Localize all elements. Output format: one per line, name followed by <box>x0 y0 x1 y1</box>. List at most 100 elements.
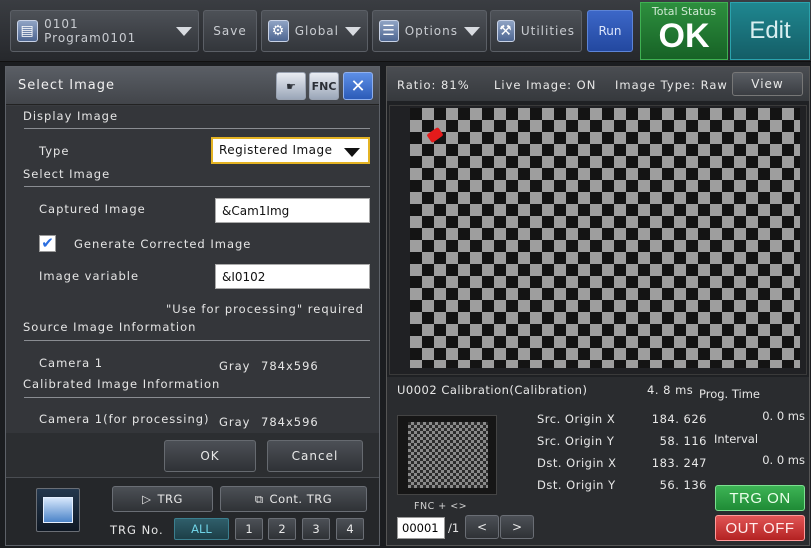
result-thumbnail[interactable] <box>397 415 497 495</box>
view-button[interactable]: View <box>732 72 803 96</box>
top-toolbar: ▤ 0101 Program0101 Save ⚙ Global ☰ Optio… <box>0 0 811 62</box>
camera-image-icon[interactable] <box>36 488 80 532</box>
prog-time-value: 0. 0 ms <box>762 409 805 423</box>
measurement-value: 58. 116 <box>659 434 707 448</box>
chevron-down-icon <box>464 26 480 36</box>
image-view-panel: Ratio: 81% Live Image: ON Image Type: Ra… <box>386 66 810 546</box>
camera1-processing-resolution: 784x596 <box>261 415 319 429</box>
chevron-down-icon <box>344 148 360 157</box>
trg-on-button[interactable]: TRG ON <box>715 485 805 511</box>
chevron-down-icon <box>176 26 192 36</box>
edit-label: Edit <box>749 17 791 44</box>
save-button[interactable]: Save <box>203 10 257 52</box>
fnc-hint: FNC + <> <box>414 501 468 512</box>
measurement-row: Src. Origin X 184. 626 <box>537 412 707 434</box>
measurement-value: 183. 247 <box>651 456 707 470</box>
camera-image-display[interactable] <box>389 105 807 375</box>
image-type-label: Image Type: Raw <box>615 78 728 92</box>
ok-label: OK <box>200 449 220 463</box>
dialog-header: Select Image ☛ FNC ✕ <box>6 67 379 105</box>
prev-page-button[interactable]: < <box>465 515 499 539</box>
gear-icon: ⚙ <box>268 20 289 42</box>
measurement-label: Dst. Origin X <box>537 456 617 470</box>
out-off-button[interactable]: OUT OFF <box>715 515 805 541</box>
type-value: Registered Image <box>219 143 333 157</box>
page-number-field[interactable]: 00001 <box>397 517 445 539</box>
program-label: 0101 Program0101 <box>44 17 137 45</box>
image-thumbnail-icon <box>43 497 73 523</box>
type-dropdown[interactable]: Registered Image <box>211 137 370 164</box>
program-icon: ▤ <box>17 20 39 42</box>
trg-no-label: TRG No. <box>110 523 164 537</box>
dialog-title: Select Image <box>18 78 115 93</box>
continuous-play-icon: ⧉ <box>254 491 264 506</box>
save-label: Save <box>213 24 247 38</box>
pointer-icon[interactable]: ☛ <box>276 72 306 100</box>
select-image-dialog: Select Image ☛ FNC ✕ Display Image Type … <box>5 66 380 546</box>
trg-3-button[interactable]: 3 <box>302 518 330 540</box>
ok-button[interactable]: OK <box>164 440 256 472</box>
trg-4-button[interactable]: 4 <box>336 518 364 540</box>
measurement-label: Dst. Origin Y <box>537 478 616 492</box>
ratio-label: Ratio: 81% <box>397 78 470 92</box>
result-info-panel: U0002 Calibration(Calibration) 4. 8 ms S… <box>387 377 809 545</box>
measurement-label: Src. Origin X <box>537 412 616 426</box>
unit-exec-time: 4. 8 ms <box>647 383 694 397</box>
trg-all-button[interactable]: ALL <box>174 518 229 540</box>
source-info-heading: Source Image Information <box>23 320 197 334</box>
fnc-label: FNC <box>311 79 337 93</box>
generate-corrected-label: Generate Corrected Image <box>74 237 252 251</box>
measurement-row: Src. Origin Y 58. 116 <box>537 434 707 456</box>
measurement-row: Dst. Origin Y 56. 136 <box>537 478 707 500</box>
trigger-panel: ▷ TRG ⧉ Cont. TRG TRG No. ALL 1 2 3 4 <box>6 477 379 545</box>
image-variable-field[interactable]: &I0102 <box>215 264 370 289</box>
measurement-row: Dst. Origin X 183. 247 <box>537 456 707 478</box>
image-view-header: Ratio: 81% Live Image: ON Image Type: Ra… <box>387 67 809 101</box>
trg-1-button[interactable]: 1 <box>235 518 263 540</box>
options-label: Options <box>404 24 458 38</box>
close-icon[interactable]: ✕ <box>343 72 373 100</box>
interval-label: Interval <box>714 432 759 446</box>
run-button[interactable]: Run <box>587 10 633 52</box>
calibration-checkerboard-image <box>410 108 800 368</box>
measurement-value: 56. 136 <box>659 478 707 492</box>
timing-panel: Prog. Time 0. 0 ms Interval 0. 0 ms TRG … <box>699 377 809 545</box>
display-image-heading: Display Image <box>23 109 119 123</box>
divider <box>24 340 370 341</box>
chevron-down-icon <box>345 26 361 36</box>
view-label: View <box>751 77 784 91</box>
program-select[interactable]: ▤ 0101 Program0101 <box>10 10 199 52</box>
utilities-label: Utilities <box>520 24 575 38</box>
cont-trg-label: Cont. TRG <box>269 492 333 506</box>
page-total: /1 <box>448 521 460 535</box>
trg-label: TRG <box>157 492 183 506</box>
prog-time-label: Prog. Time <box>699 387 760 401</box>
unit-name: U0002 Calibration(Calibration) <box>397 383 588 397</box>
interval-value: 0. 0 ms <box>762 453 805 467</box>
utilities-button[interactable]: ⚒ Utilities <box>490 10 582 52</box>
divider <box>24 397 370 398</box>
fnc-button[interactable]: FNC <box>309 72 339 100</box>
cancel-label: Cancel <box>291 449 339 463</box>
total-status-value: OK <box>658 17 710 55</box>
tools-icon: ⚒ <box>497 20 515 42</box>
global-menu-button[interactable]: ⚙ Global <box>261 10 368 52</box>
run-label: Run <box>598 24 622 38</box>
play-icon: ▷ <box>142 492 152 506</box>
next-page-button[interactable]: > <box>500 515 534 539</box>
cont-trg-button[interactable]: ⧉ Cont. TRG <box>220 486 367 512</box>
thumbnail-checkerboard <box>408 422 488 488</box>
trg-button[interactable]: ▷ TRG <box>112 486 213 512</box>
options-menu-button[interactable]: ☰ Options <box>372 10 487 52</box>
total-status-indicator: Total Status OK <box>640 2 728 60</box>
camera1-resolution: 784x596 <box>261 359 319 373</box>
trg-2-button[interactable]: 2 <box>268 518 296 540</box>
measurement-list: Src. Origin X 184. 626 Src. Origin Y 58.… <box>537 412 707 500</box>
divider <box>24 186 370 187</box>
cancel-button[interactable]: Cancel <box>267 440 363 472</box>
edit-mode-button[interactable]: Edit <box>730 2 810 60</box>
calibrated-info-heading: Calibrated Image Information <box>23 377 221 391</box>
captured-image-field[interactable]: &Cam1Img <box>215 198 370 223</box>
measurement-value: 184. 626 <box>651 412 707 426</box>
measurement-label: Src. Origin Y <box>537 434 615 448</box>
